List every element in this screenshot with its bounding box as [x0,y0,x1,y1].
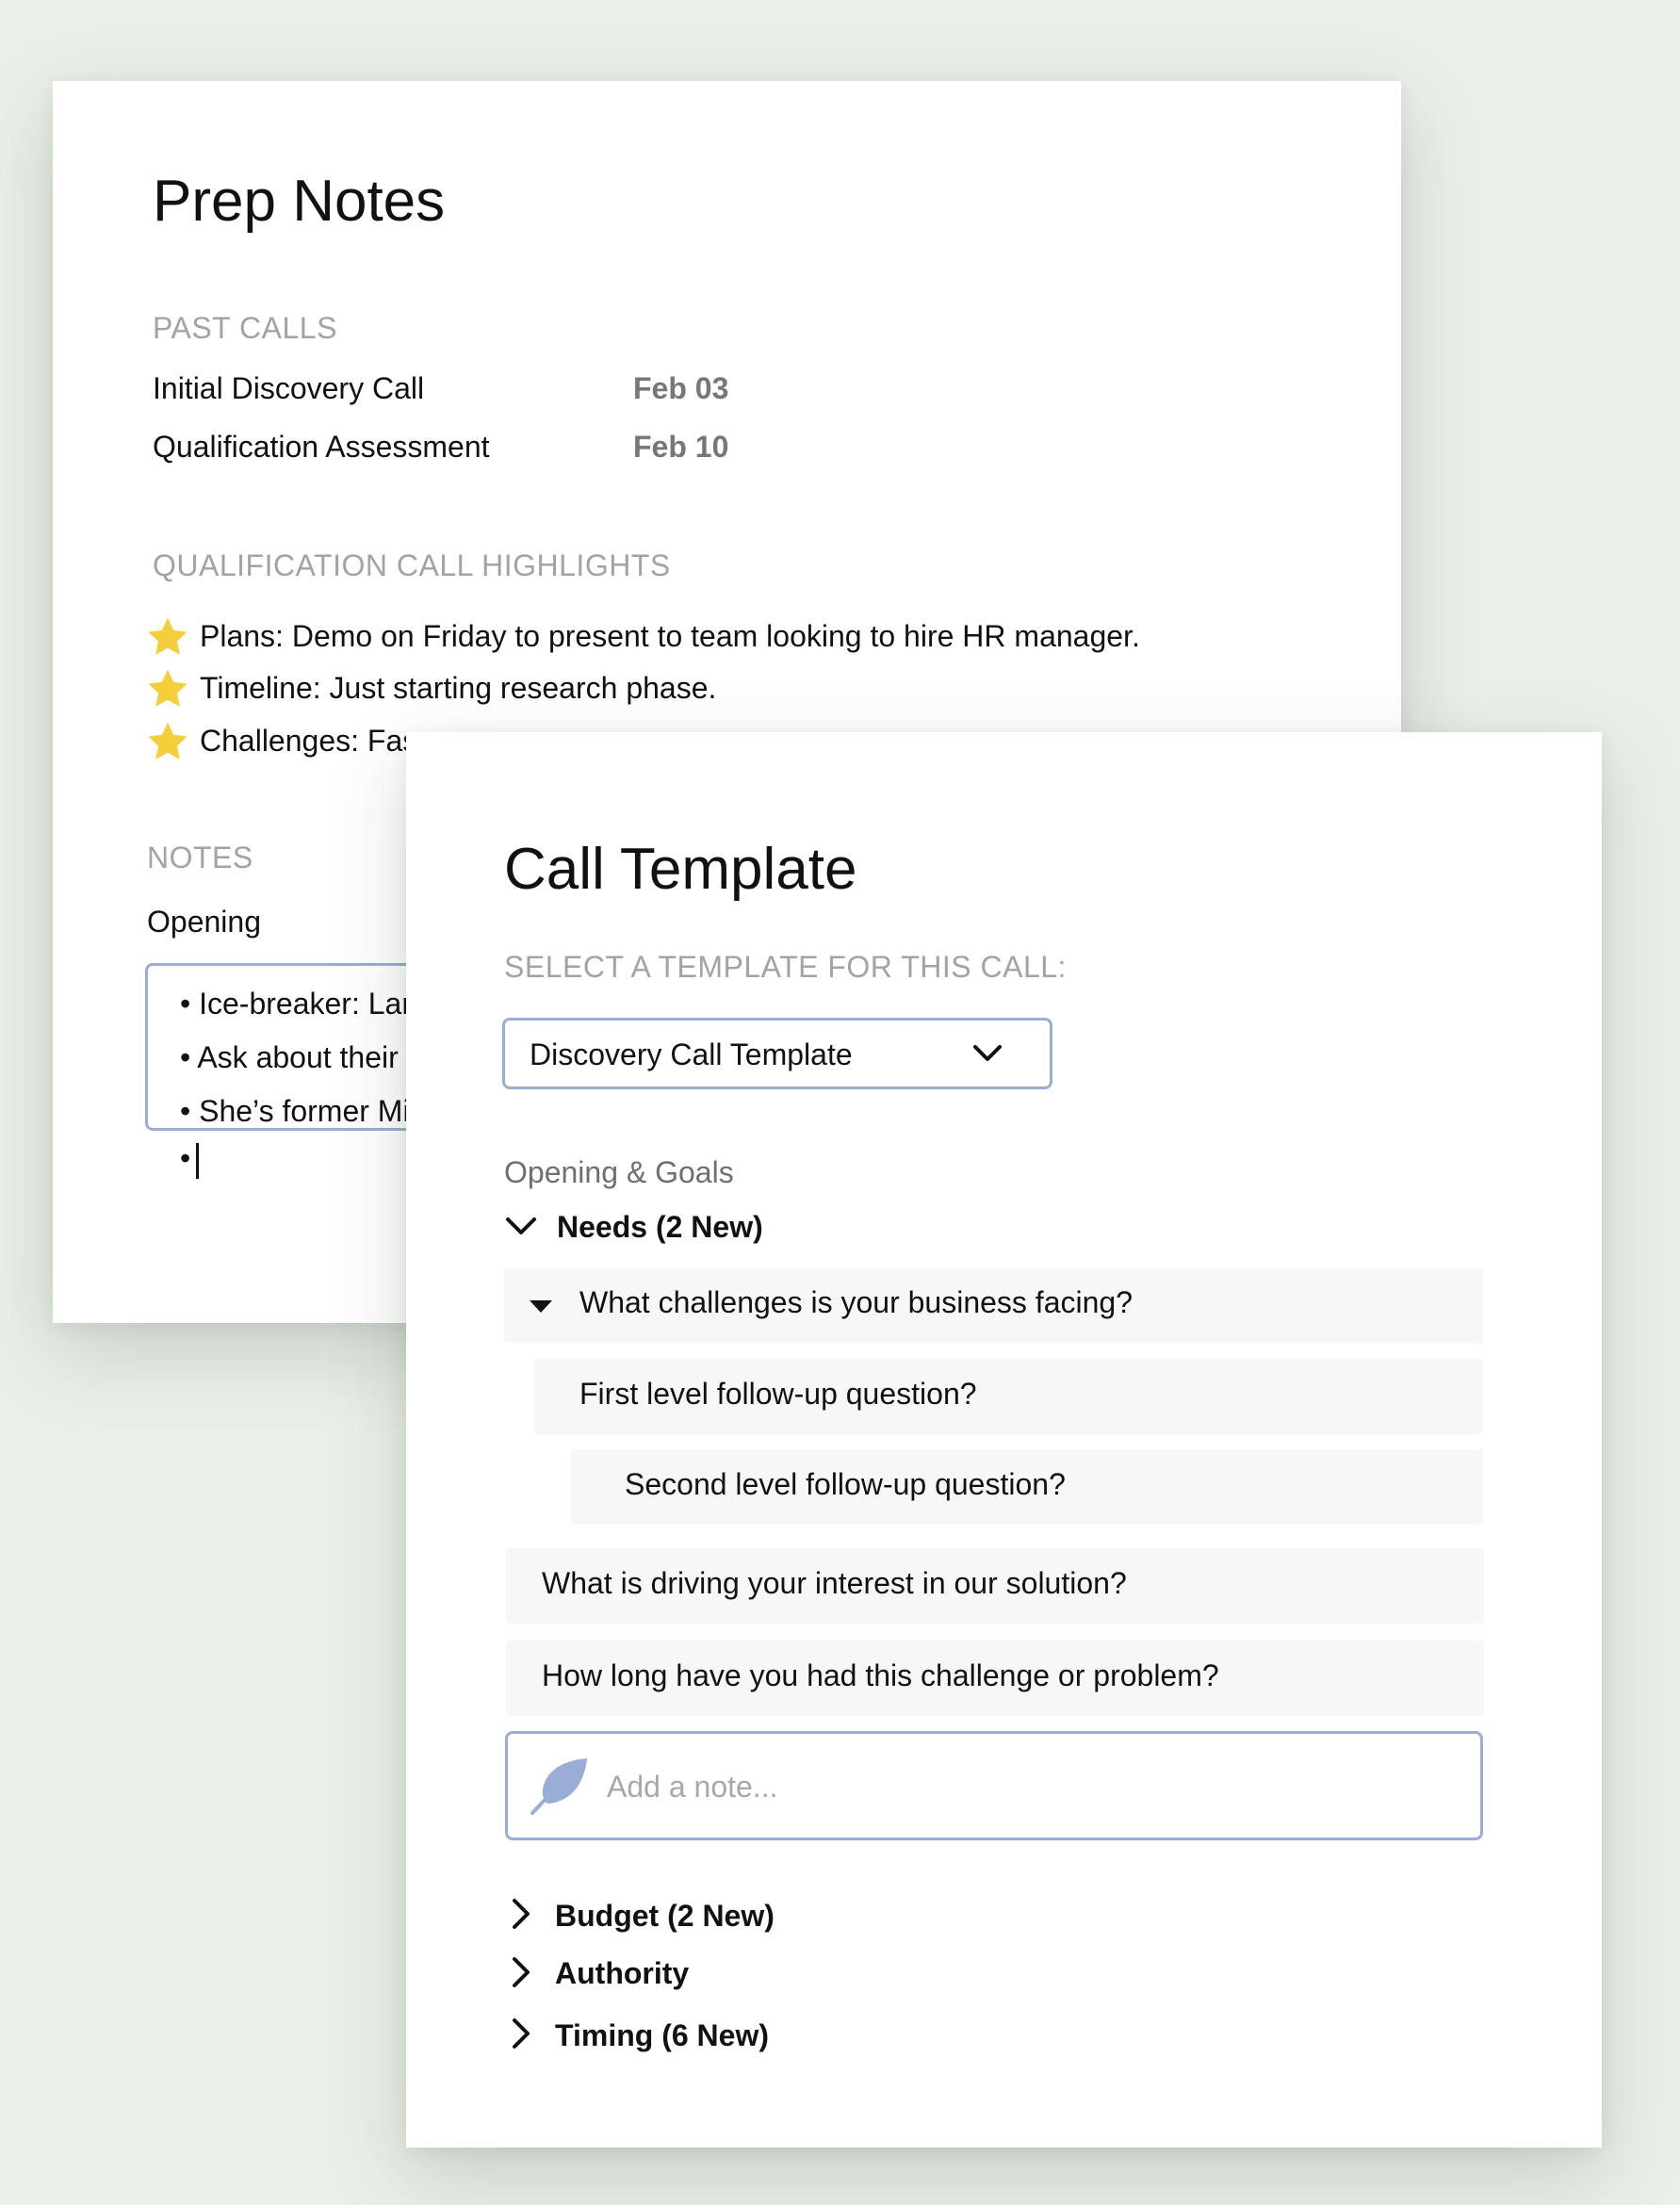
triangle-down-icon [527,1292,555,1325]
question-text: First level follow-up question? [579,1377,977,1411]
group-toggle-authority[interactable] [504,1955,538,1994]
group-toggle-timing[interactable] [504,2017,538,2055]
group-toggle-budget[interactable] [504,1897,538,1936]
note-bullet: • She’s former Mi [180,1094,410,1128]
question-row[interactable]: First level follow-up question? [534,1359,1483,1434]
page-title: Prep Notes [153,169,446,234]
feather-icon [529,1756,591,1821]
past-call-name[interactable]: Qualification Assessment [153,430,490,465]
chevron-right-icon [513,2018,530,2049]
group-label-needs[interactable]: Needs (2 New) [557,1210,763,1245]
text-cursor [196,1142,200,1179]
past-call-date: Feb 10 [633,430,729,464]
highlight-item: Timeline: Just starting research phase. [200,671,717,705]
past-call-name[interactable]: Initial Discovery Call [153,371,424,406]
note-bullet: • Ask about their [180,1040,399,1074]
chevron-down-icon [506,1217,536,1234]
star-icon [145,719,190,769]
highlights-label: QUALIFICATION CALL HIGHLIGHTS [153,548,671,582]
past-calls-label: PAST CALLS [153,311,337,345]
add-note-field[interactable]: Add a note... [505,1731,1483,1840]
question-row[interactable]: What challenges is your business facing? [504,1267,1483,1343]
question-text: Second level follow-up question? [625,1467,1066,1501]
question-text: How long have you had this challenge or … [542,1658,1219,1692]
notes-label: NOTES [147,841,253,874]
question-text: What challenges is your business facing? [579,1285,1133,1319]
highlight-item: Challenges: Fas [200,724,418,758]
group-label-authority[interactable]: Authority [555,1956,689,1991]
question-row[interactable]: Second level follow-up question? [571,1449,1483,1525]
group-toggle-needs[interactable] [504,1209,538,1248]
star-icon [145,614,190,664]
highlight-item: Plans: Demo on Friday to present to team… [200,619,1140,653]
chevron-right-icon [513,1957,530,1987]
question-row[interactable]: What is driving your interest in our sol… [506,1548,1484,1624]
panel-title: Call Template [504,837,857,902]
chevron-down-icon [970,1039,1004,1072]
selected-template: Discovery Call Template [530,1037,853,1071]
note-placeholder: Add a note... [607,1770,778,1804]
section-label: Opening & Goals [504,1155,734,1189]
call-template-panel: Call Template SELECT A TEMPLATE FOR THIS… [406,732,1602,2148]
group-label-timing[interactable]: Timing (6 New) [555,2018,769,2053]
note-bullet: • Ice-breaker: Lar [180,987,412,1021]
group-label-budget[interactable]: Budget (2 New) [555,1899,775,1934]
notes-heading: Opening [147,905,261,939]
question-text: What is driving your interest in our sol… [542,1566,1127,1600]
chevron-right-icon [513,1899,530,1929]
past-call-date: Feb 03 [633,371,729,405]
note-bullet-active[interactable]: • [180,1141,200,1179]
star-icon [145,666,190,716]
template-select[interactable]: Discovery Call Template [502,1018,1052,1089]
select-template-label: SELECT A TEMPLATE FOR THIS CALL: [504,950,1067,984]
question-row[interactable]: How long have you had this challenge or … [506,1641,1484,1716]
